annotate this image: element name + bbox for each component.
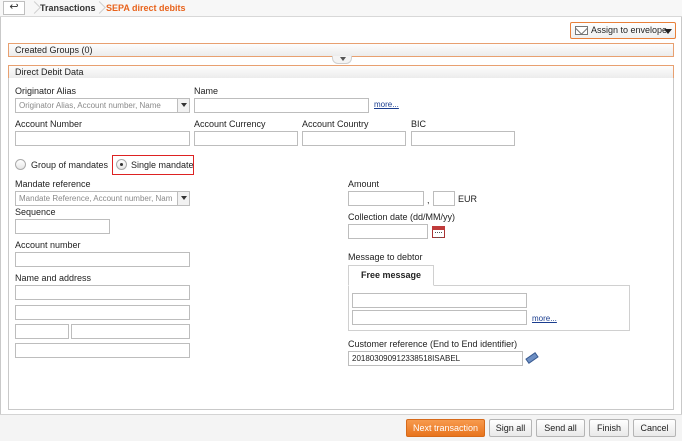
city-input[interactable]	[71, 324, 190, 339]
mandate-reference-placeholder: Mandate Reference, Account number, Nam	[19, 194, 173, 203]
collection-date-input[interactable]	[348, 224, 428, 239]
mandate-reference-label: Mandate reference	[15, 179, 91, 189]
next-transaction-button[interactable]: Next transaction	[406, 419, 485, 437]
mandate-reference-select[interactable]: Mandate Reference, Account number, Nam	[15, 191, 190, 206]
direct-debit-data-header[interactable]: Direct Debit Data	[8, 65, 674, 79]
originator-alias-placeholder: Originator Alias, Account number, Name	[19, 101, 161, 110]
free-message-line-1[interactable]	[352, 293, 527, 308]
assign-to-envelope-label: Assign to envelope	[591, 25, 668, 35]
breadcrumb: ↩ Transactions SEPA direct debits	[0, 0, 682, 17]
tab-free-message[interactable]: Free message	[348, 265, 434, 286]
cancel-button[interactable]: Cancel	[633, 419, 676, 437]
message-more-link[interactable]: more...	[532, 314, 557, 323]
amount-label: Amount	[348, 179, 380, 189]
created-groups-header[interactable]: Created Groups (0)	[8, 43, 674, 57]
breadcrumb-transactions[interactable]: Transactions	[40, 3, 96, 13]
account-country-input[interactable]	[302, 131, 406, 146]
sequence-label: Sequence	[15, 207, 56, 217]
send-all-button[interactable]: Send all	[536, 419, 585, 437]
originator-alias-label: Originator Alias	[15, 86, 77, 96]
group-of-mandates-label[interactable]: Group of mandates	[31, 160, 108, 170]
account-number-label: Account Number	[15, 119, 83, 129]
originator-name-input[interactable]	[194, 98, 369, 113]
breadcrumb-sepa-direct-debits: SEPA direct debits	[106, 3, 186, 13]
free-message-line-2[interactable]	[352, 310, 527, 325]
back-arrow-icon[interactable]: ↩	[3, 1, 25, 15]
breadcrumb-separator-icon	[29, 0, 39, 17]
customer-reference-label: Customer reference (End to End identifie…	[348, 339, 518, 349]
chevron-down-icon	[177, 192, 189, 205]
decimal-separator: ,	[427, 195, 430, 205]
single-mandate-radio[interactable]	[116, 159, 127, 170]
chevron-down-icon	[177, 99, 189, 112]
amount-decimal-input[interactable]	[433, 191, 455, 206]
name-address-line-4[interactable]	[15, 343, 190, 358]
account-currency-label: Account Currency	[194, 119, 266, 129]
sign-all-button[interactable]: Sign all	[489, 419, 532, 437]
assign-to-envelope-button[interactable]: Assign to envelope	[570, 22, 676, 39]
name-address-line-1[interactable]	[15, 285, 190, 300]
envelope-icon	[575, 26, 588, 35]
amount-integer-input[interactable]	[348, 191, 424, 206]
bic-input[interactable]	[411, 131, 515, 146]
mandate-account-number-label: Account number	[15, 240, 81, 250]
message-to-debtor-label: Message to debtor	[348, 252, 423, 262]
breadcrumb-separator-icon	[94, 0, 104, 17]
account-currency-input[interactable]	[194, 131, 298, 146]
calendar-icon[interactable]	[432, 226, 445, 238]
name-and-address-label: Name and address	[15, 273, 92, 283]
originator-alias-select[interactable]: Originator Alias, Account number, Name	[15, 98, 190, 113]
name-address-line-2[interactable]	[15, 305, 190, 320]
postal-code-input[interactable]	[15, 324, 69, 339]
customer-reference-input[interactable]: 20180309091233851​8ISABEL	[348, 351, 523, 366]
bic-label: BIC	[411, 119, 427, 129]
currency-label: EUR	[458, 194, 478, 204]
group-of-mandates-radio[interactable]	[15, 159, 26, 170]
sequence-input[interactable]	[15, 219, 110, 234]
mandate-account-number-input[interactable]	[15, 252, 190, 267]
name-label: Name	[194, 86, 219, 96]
collection-date-label: Collection date (dd/MM/yy)	[348, 212, 456, 222]
collapse-toggle-icon[interactable]	[332, 56, 352, 64]
chevron-down-icon	[664, 29, 672, 34]
edit-pen-icon[interactable]	[525, 352, 537, 362]
single-mandate-label[interactable]: Single mandate	[131, 160, 194, 170]
finish-button[interactable]: Finish	[589, 419, 629, 437]
account-country-label: Account Country	[302, 119, 369, 129]
originator-more-link[interactable]: more...	[374, 100, 399, 109]
account-number-input[interactable]	[15, 131, 190, 146]
